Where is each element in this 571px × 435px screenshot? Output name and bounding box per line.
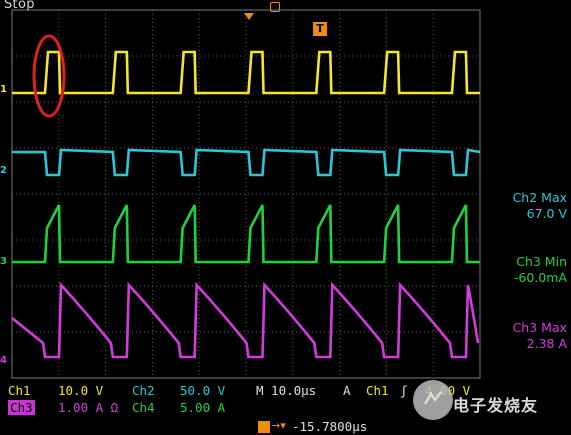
ch4-name: Ch4 xyxy=(132,400,155,415)
t-marker-label: T xyxy=(316,22,324,35)
watermark-text: 电子发烧友 xyxy=(453,396,539,415)
ch1-level-marker: 1 xyxy=(0,85,7,95)
ch1-scale: 10.0 V xyxy=(58,383,104,398)
t-marker: T xyxy=(313,22,327,36)
ch3-marker-label: 3 xyxy=(0,256,7,267)
measurement-value: 2.38 A xyxy=(526,336,567,351)
measurement-ch3-max: Ch3 Max 2.38 A xyxy=(481,320,571,352)
timebase-label: M 10.0μs xyxy=(256,383,317,398)
measurement-label: Ch3 Min xyxy=(516,254,567,269)
measurement-label: Ch2 Max xyxy=(512,190,567,205)
measurement-value: -60.0mA xyxy=(513,270,567,285)
ch3-waveform xyxy=(12,204,480,264)
ch4-scale: 5.00 A xyxy=(180,400,226,415)
measurement-label: Ch3 Max xyxy=(512,320,567,335)
ch4-waveform xyxy=(11,281,480,359)
ch2-name: Ch2 xyxy=(132,383,155,398)
measurement-ch3-min: Ch3 Min -60.0mA xyxy=(481,254,571,286)
ch3-name: Ch3 xyxy=(8,400,35,415)
graticule xyxy=(11,9,481,379)
t-position-icon xyxy=(258,421,270,433)
ch2-level-marker: 2 xyxy=(0,166,7,176)
arrow-right-icon: →▾ xyxy=(271,419,286,432)
ch3-level-marker: 3 xyxy=(0,257,7,267)
watermark: 电子发烧友 xyxy=(405,378,567,430)
measurement-value: 67.0 V xyxy=(526,206,567,221)
oscilloscope-screen: Stop T 1 2 3 4 Ch2 Max 67.0 V Ch3 Min -6… xyxy=(0,0,571,435)
ch2-marker-label: 2 xyxy=(0,165,7,176)
ch1-name: Ch1 xyxy=(8,383,31,398)
watermark-mark-icon xyxy=(423,391,442,405)
measurement-ch2-max: Ch2 Max 67.0 V xyxy=(481,190,571,222)
trigger-position-marker xyxy=(244,13,254,20)
trigger-source: Ch1 xyxy=(366,383,389,398)
ch3-scale: 1.00 A Ω xyxy=(58,400,119,415)
ch4-marker-label: 4 xyxy=(0,355,7,366)
ch2-scale: 50.0 V xyxy=(180,383,226,398)
ch1-marker-label: 1 xyxy=(0,84,7,95)
trigger-mode: A xyxy=(343,383,351,398)
trigger-icon xyxy=(270,2,280,12)
horizontal-position: -15.7800μs xyxy=(292,419,368,434)
ch4-level-marker: 4 xyxy=(0,356,7,366)
